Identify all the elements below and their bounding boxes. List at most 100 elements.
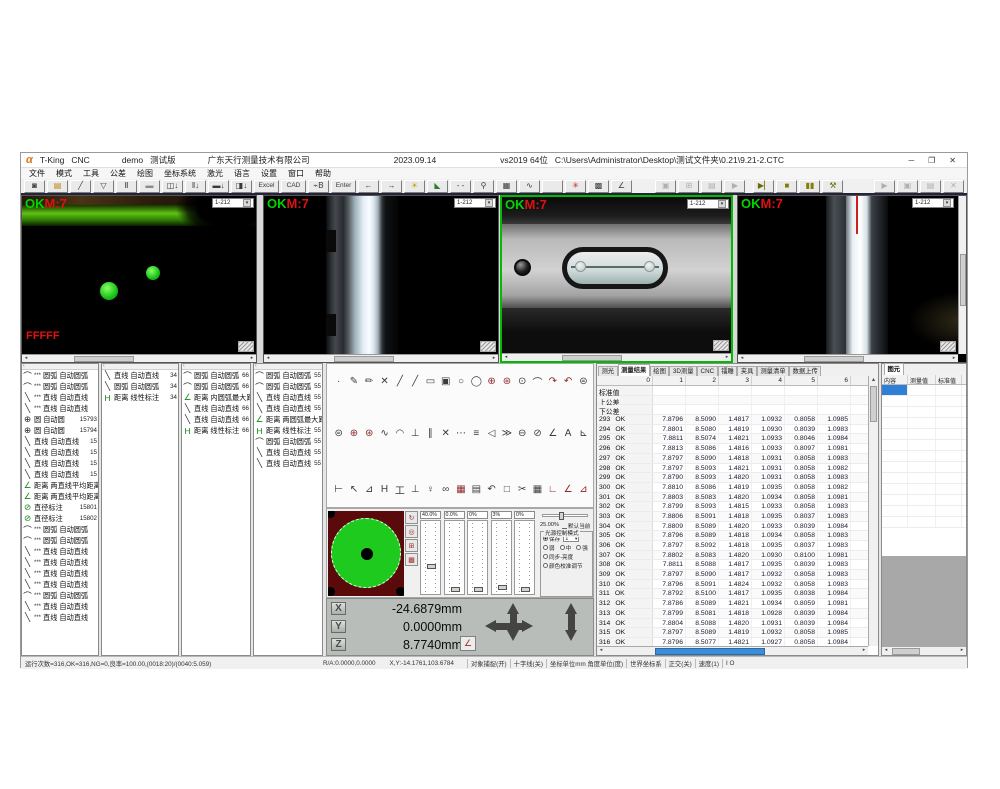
element-cell[interactable]	[936, 473, 962, 483]
element-cell[interactable]	[908, 462, 936, 472]
camera1-lens-combo[interactable]: 1-212▾	[212, 198, 254, 208]
cell[interactable]: 8.5083	[686, 551, 719, 560]
list-item[interactable]: ╲***直线自动直线	[22, 601, 98, 612]
cell[interactable]: 8.5083	[686, 493, 719, 502]
cell[interactable]	[785, 396, 818, 405]
cell[interactable]: 1.0981	[818, 493, 851, 502]
element-cell[interactable]	[882, 429, 908, 439]
run-to-button[interactable]: ▶▏	[753, 180, 774, 193]
cell[interactable]: 7.8810	[653, 483, 686, 492]
open-folder-button[interactable]: ▤	[47, 180, 68, 193]
cell[interactable]	[818, 405, 851, 414]
cell[interactable]: 1.0931	[752, 464, 785, 473]
element-cell[interactable]	[882, 506, 908, 516]
col-header-3[interactable]: 3	[719, 376, 752, 385]
cell[interactable]	[752, 386, 785, 395]
cell[interactable]: 7.8797	[653, 628, 686, 637]
cell[interactable]: 1.0933	[752, 444, 785, 453]
cell[interactable]: 1.0983	[818, 570, 851, 579]
cell[interactable]: 1.4819	[719, 483, 752, 492]
list-item[interactable]: ╲直线自动直线55	[254, 392, 322, 403]
tab-8[interactable]: 测量清单	[757, 366, 789, 376]
element-cell[interactable]	[908, 429, 936, 439]
radio-icon[interactable]	[543, 554, 548, 559]
list-item[interactable]: ∠距离两圆弧最大距	[254, 414, 322, 425]
cell[interactable]: 1.0935	[752, 483, 785, 492]
tool-icon-r3-15[interactable]: ∟	[545, 482, 560, 497]
tool-icon-r1-10[interactable]: ◯	[469, 374, 484, 389]
cell[interactable]: 1.0928	[752, 609, 785, 618]
cell[interactable]: 1.4816	[719, 444, 752, 453]
tool-icon-r3-10[interactable]: ▤	[469, 482, 484, 497]
jog-z-control[interactable]	[565, 603, 577, 641]
tool-icon-r3-4[interactable]: H	[377, 482, 392, 497]
save-disabled-button[interactable]: ▣	[897, 180, 918, 193]
table-row[interactable]: 300OK7.88108.50861.48191.09350.80581.098…	[597, 483, 868, 493]
cell[interactable]: 7.8801	[653, 425, 686, 434]
element-cell[interactable]	[908, 484, 936, 494]
cell[interactable]: 1.0931	[752, 454, 785, 463]
cell[interactable]: 7.8804	[653, 619, 686, 628]
cell[interactable]: 1.0931	[752, 619, 785, 628]
list-item[interactable]: ╲圆弧自动圆弧34	[102, 381, 178, 392]
element-row[interactable]	[882, 396, 966, 407]
cell[interactable]: 7.8790	[653, 473, 686, 482]
dash-dash-button[interactable]: - -	[450, 180, 471, 193]
element-cell[interactable]	[908, 506, 936, 516]
cell[interactable]: 0.8038	[785, 589, 818, 598]
cell[interactable]: 0.8046	[785, 434, 818, 443]
list-item[interactable]: ╲***直线自动直线	[22, 392, 98, 403]
tool-icon-r1-2[interactable]: ✎	[346, 374, 361, 389]
cell[interactable]: 1.0983	[818, 425, 851, 434]
ramp-button[interactable]: ◣	[427, 180, 448, 193]
ring-light-disc[interactable]	[331, 518, 401, 588]
tool-icon-r3-7[interactable]: ♀	[423, 482, 438, 497]
cell[interactable]: 7.8806	[653, 512, 686, 521]
radio-icon[interactable]	[543, 545, 548, 550]
element-cell[interactable]	[882, 495, 908, 505]
cell[interactable]	[686, 386, 719, 395]
cell[interactable]: 1.0934	[752, 599, 785, 608]
cell[interactable]: 8.5090	[686, 454, 719, 463]
tool-icon-r3-16[interactable]: ∠	[560, 482, 575, 497]
cell[interactable]: 1.0983	[818, 473, 851, 482]
cell[interactable]: 1.4821	[719, 464, 752, 473]
list-item[interactable]: H距离线性标注34	[102, 392, 178, 403]
tool-icon-r3-3[interactable]: ⊿	[362, 482, 377, 497]
table-row[interactable]: 308OK7.88118.50881.48171.09350.80391.098…	[597, 560, 868, 570]
tool-icon-r3-8[interactable]: ∞	[438, 482, 453, 497]
cell[interactable]: 0.8058	[785, 638, 818, 646]
cad-export-button[interactable]: CAD	[281, 180, 306, 193]
camera-view-4[interactable]: OKM:7 1-212▾	[738, 196, 958, 354]
cell[interactable]: 7.8799	[653, 609, 686, 618]
cell[interactable]: 8.5089	[686, 522, 719, 531]
element-row[interactable]	[882, 517, 966, 528]
ring-light-widget[interactable]	[328, 511, 404, 596]
list-item[interactable]: ⌒圆弧自动圆弧66	[182, 370, 250, 381]
focus-down-button[interactable]: ◫↓	[162, 180, 183, 193]
save-result-button[interactable]: ▣	[655, 180, 676, 193]
tool-icon-r2-14[interactable]: ⊘	[530, 426, 545, 441]
table-row[interactable]: 303OK7.88068.50911.48181.09350.80371.098…	[597, 512, 868, 522]
element-hscrollbar[interactable]: ◂▸	[882, 646, 966, 655]
tool-icon-r1-13[interactable]: ⊙	[515, 374, 530, 389]
cell[interactable]: 1.0927	[752, 638, 785, 646]
cell[interactable]: 7.8802	[653, 551, 686, 560]
cell[interactable]: 1.0930	[752, 551, 785, 560]
cell[interactable]: 0.8037	[785, 541, 818, 550]
table-row[interactable]: 311OK7.87928.51001.48171.09350.80381.098…	[597, 589, 868, 599]
results-hscrollbar[interactable]: ◂▸	[597, 646, 868, 655]
list-item[interactable]: ╲***直线自动直线	[22, 612, 98, 623]
cell[interactable]: 0.8039	[785, 609, 818, 618]
cell[interactable]: 8.5088	[686, 619, 719, 628]
camera-pane-3-active[interactable]: OKM:7 1-212▾ ◂▸	[500, 195, 733, 363]
table-row[interactable]: 304OK7.88098.50891.48201.09330.80391.098…	[597, 522, 868, 532]
run-button[interactable]: ▶	[724, 180, 745, 193]
cell[interactable]: 8.5089	[686, 531, 719, 540]
slider-track[interactable]	[467, 520, 488, 595]
tool-icon-r2-2[interactable]: ⊕	[346, 426, 361, 441]
minimize-button[interactable]: ─	[908, 156, 914, 165]
col-header-0[interactable]: 0	[597, 376, 653, 385]
level-radio-3[interactable]: 强	[576, 544, 588, 552]
list-item[interactable]: ⊕圆自动圆15794	[22, 425, 98, 436]
